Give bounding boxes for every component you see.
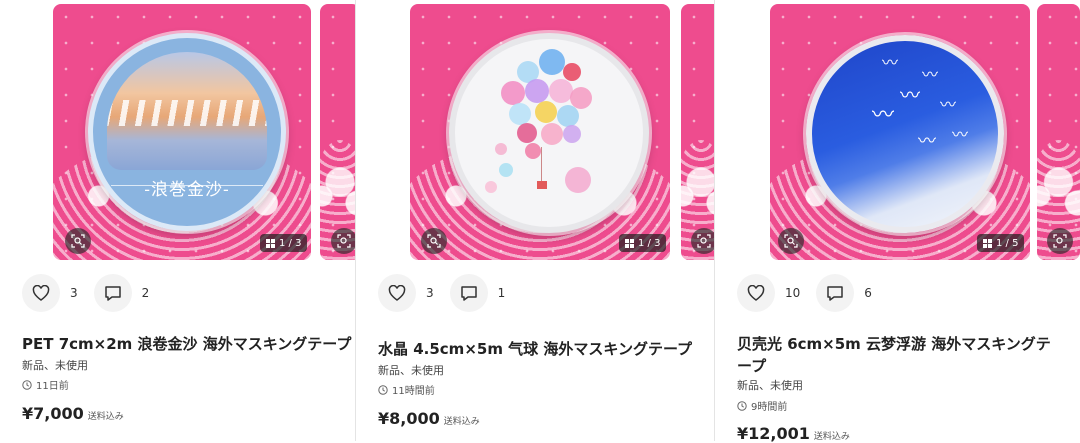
photo-counter: 1 / 3 — [260, 234, 308, 252]
listing-title[interactable]: 水晶 4.5cm×5m 气球 海外マスキングテープ — [378, 338, 712, 360]
listing-card[interactable]: 1 / 3 3 1 水晶 4.5cm×5m 气球 海外マスキングテープ 新品、未… — [356, 0, 714, 441]
listing-card[interactable]: -浪巻金沙- 1 / 3 3 2 PET 7cm×2m 浪卷金沙 海外マスキング… — [0, 0, 355, 441]
grid-icon — [625, 238, 634, 248]
price-amount: ¥8,000 — [378, 409, 440, 428]
listing-card[interactable]: 〰 〰 〰 〰 〰 〰 〰 1 / 5 10 6 贝壳光 6cm×5m 云梦浮游… — [715, 0, 1080, 443]
comment-icon — [827, 285, 844, 301]
item-condition: 新品、未使用 — [22, 359, 88, 372]
grid-icon — [983, 238, 992, 248]
image-search-icon — [784, 234, 798, 248]
image-search-button[interactable] — [778, 228, 804, 254]
image-search-button[interactable] — [691, 228, 714, 254]
clock-icon — [737, 400, 747, 411]
listing-image-carousel[interactable]: -浪巻金沙- 1 / 3 — [0, 0, 355, 262]
comment-count: 2 — [141, 286, 150, 300]
clock-icon — [378, 384, 388, 395]
comment-button[interactable] — [816, 274, 855, 312]
listing-image-carousel[interactable]: 〰 〰 〰 〰 〰 〰 〰 1 / 5 — [715, 0, 1080, 262]
comment-button[interactable] — [449, 274, 488, 312]
comment-icon — [104, 285, 121, 301]
heart-icon — [388, 285, 406, 301]
social-actions: 3 2 — [22, 274, 165, 312]
like-count: 10 — [785, 286, 801, 300]
photo-counter: 1 / 5 — [977, 234, 1025, 252]
price: ¥8,000 送料込み — [378, 409, 480, 428]
image-search-icon — [1053, 234, 1067, 248]
listing-row: -浪巻金沙- 1 / 3 3 2 PET 7cm×2m 浪卷金沙 海外マスキング… — [0, 0, 1080, 443]
grid-icon — [266, 238, 275, 248]
like-count: 3 — [426, 286, 434, 300]
next-photo-preview[interactable] — [1037, 4, 1080, 260]
image-search-button[interactable] — [1047, 228, 1073, 254]
item-condition: 新品、未使用 — [378, 364, 444, 377]
item-condition: 新品、未使用 — [737, 379, 803, 392]
social-actions: 10 6 — [737, 274, 888, 312]
price: ¥12,001 送料込み — [737, 424, 850, 443]
heart-icon — [32, 285, 50, 301]
listing-time: 9時間前 — [737, 398, 787, 413]
shipping-included: 送料込み — [443, 417, 480, 427]
shipping-included: 送料込み — [87, 412, 124, 422]
tape-roll-image — [449, 33, 649, 233]
listing-time: 11時間前 — [378, 382, 435, 397]
clock-icon — [22, 379, 32, 390]
listing-title[interactable]: PET 7cm×2m 浪卷金沙 海外マスキングテープ — [22, 333, 352, 355]
like-count: 3 — [70, 286, 78, 300]
comment-count: 6 — [864, 286, 872, 300]
price: ¥7,000 送料込み — [22, 404, 124, 423]
comment-count: 1 — [497, 286, 506, 300]
tape-label: -浪巻金沙- — [93, 175, 281, 200]
listing-image-carousel[interactable]: 1 / 3 — [356, 0, 714, 262]
image-search-icon — [697, 234, 711, 248]
image-search-icon — [71, 234, 85, 248]
photo-counter: 1 / 3 — [619, 234, 667, 252]
heart-icon — [747, 285, 765, 301]
price-amount: ¥12,001 — [737, 424, 810, 443]
shipping-included: 送料込み — [813, 432, 850, 442]
tape-roll-image: 〰 〰 〰 〰 〰 〰 〰 — [806, 35, 1004, 233]
listing-time: 11日前 — [22, 377, 69, 392]
like-button[interactable] — [22, 274, 60, 312]
image-search-icon — [427, 234, 441, 248]
like-button[interactable] — [737, 274, 775, 312]
image-search-button[interactable] — [421, 228, 447, 254]
next-photo-preview[interactable] — [320, 4, 355, 260]
next-photo-preview[interactable] — [681, 4, 714, 260]
image-search-icon — [337, 234, 351, 248]
image-search-button[interactable] — [331, 228, 355, 254]
price-amount: ¥7,000 — [22, 404, 84, 423]
listing-title[interactable]: 贝壳光 6cm×5m 云梦浮游 海外マスキングテープ — [737, 333, 1055, 377]
tape-roll-image: -浪巻金沙- — [88, 33, 286, 231]
like-button[interactable] — [378, 274, 416, 312]
comment-button[interactable] — [93, 274, 132, 312]
comment-icon — [460, 285, 477, 301]
image-search-button[interactable] — [65, 228, 91, 254]
social-actions: 3 1 — [378, 274, 521, 312]
